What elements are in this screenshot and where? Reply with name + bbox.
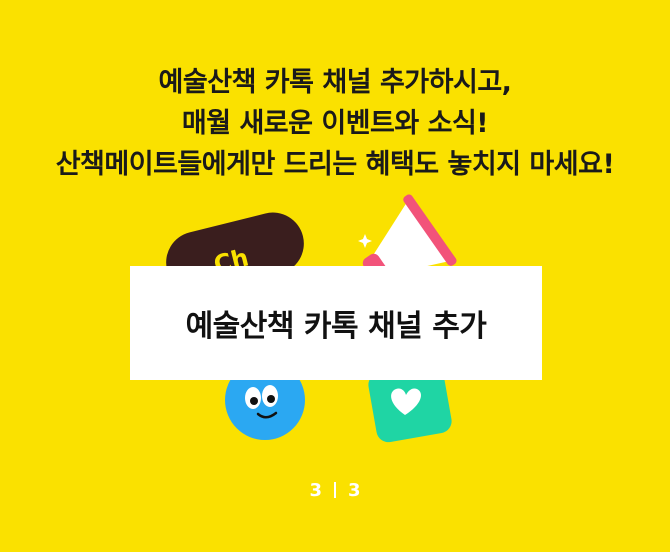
- page-current: 3: [309, 480, 322, 501]
- add-kakao-channel-button[interactable]: 예술산책 카톡 채널 추가: [130, 266, 542, 380]
- page-indicator: 33: [0, 480, 670, 501]
- sparkle-icon: [358, 234, 372, 248]
- page-total: 3: [348, 480, 361, 501]
- page-separator: [334, 482, 336, 498]
